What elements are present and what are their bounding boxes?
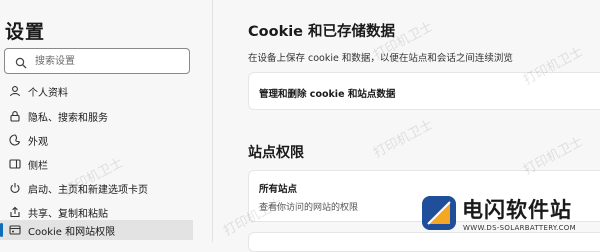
sidebar-item-appearance[interactable]: 外观	[0, 130, 193, 150]
sidebar-item-label: 隐私、搜索和服务	[28, 112, 108, 124]
page-description: 在设备上保存 cookie 和数据，以便在站点和会话之间连续浏览	[248, 53, 513, 64]
settings-sidebar: 设置 个人资料 隐私、搜索和服务 外观 侧栏 启动、主页和新建选项卡页	[0, 0, 213, 242]
appearance-icon	[8, 133, 22, 147]
section-title-permissions: 站点权限	[248, 145, 304, 161]
sidebar-item-label: 外观	[28, 136, 48, 148]
brand-logo-icon	[420, 194, 458, 236]
manage-cookies-card[interactable]: 管理和删除 cookie 和站点数据	[248, 72, 600, 110]
sidebar-item-sidebar[interactable]: 侧栏	[0, 154, 193, 174]
search-box[interactable]	[4, 48, 190, 74]
sidebar-item-label: 启动、主页和新建选项卡页	[28, 184, 148, 196]
sidebar-item-profile[interactable]: 个人资料	[0, 81, 193, 101]
sidebar-item-label: 侧栏	[28, 160, 48, 172]
lock-icon	[8, 109, 22, 123]
all-sites-title: 所有站点	[259, 184, 298, 195]
sidebar-panel-icon	[8, 157, 22, 171]
sidebar-item-label: 个人资料	[28, 87, 68, 99]
sidebar-item-share[interactable]: 共享、复制和粘贴	[0, 202, 193, 222]
all-sites-subtitle: 查看你访问的网站的权限	[259, 203, 359, 213]
sidebar-item-cookies[interactable]: Cookie 和网站权限	[0, 220, 193, 240]
share-icon	[8, 205, 22, 219]
power-icon	[8, 181, 22, 195]
search-input[interactable]	[35, 52, 185, 70]
site-permissions-icon	[8, 223, 22, 237]
sidebar-item-label: Cookie 和网站权限	[28, 226, 116, 238]
search-icon	[15, 54, 27, 73]
brand-url: WWW.DS-SOLARBATTERY.COM	[463, 224, 576, 232]
settings-title: 设置	[5, 21, 46, 43]
sidebar-item-startup[interactable]: 启动、主页和新建选项卡页	[0, 178, 193, 198]
brand-logo-overlay: 电闪软件站 WWW.DS-SOLARBATTERY.COM	[420, 192, 600, 242]
page-title: Cookie 和已存储数据	[248, 24, 396, 40]
brand-name: 电闪软件站	[462, 198, 572, 222]
profile-icon	[8, 84, 22, 98]
sidebar-item-privacy[interactable]: 隐私、搜索和服务	[0, 106, 193, 126]
sidebar-item-label: 共享、复制和粘贴	[28, 208, 108, 220]
manage-cookies-label: 管理和删除 cookie 和站点数据	[259, 89, 396, 100]
